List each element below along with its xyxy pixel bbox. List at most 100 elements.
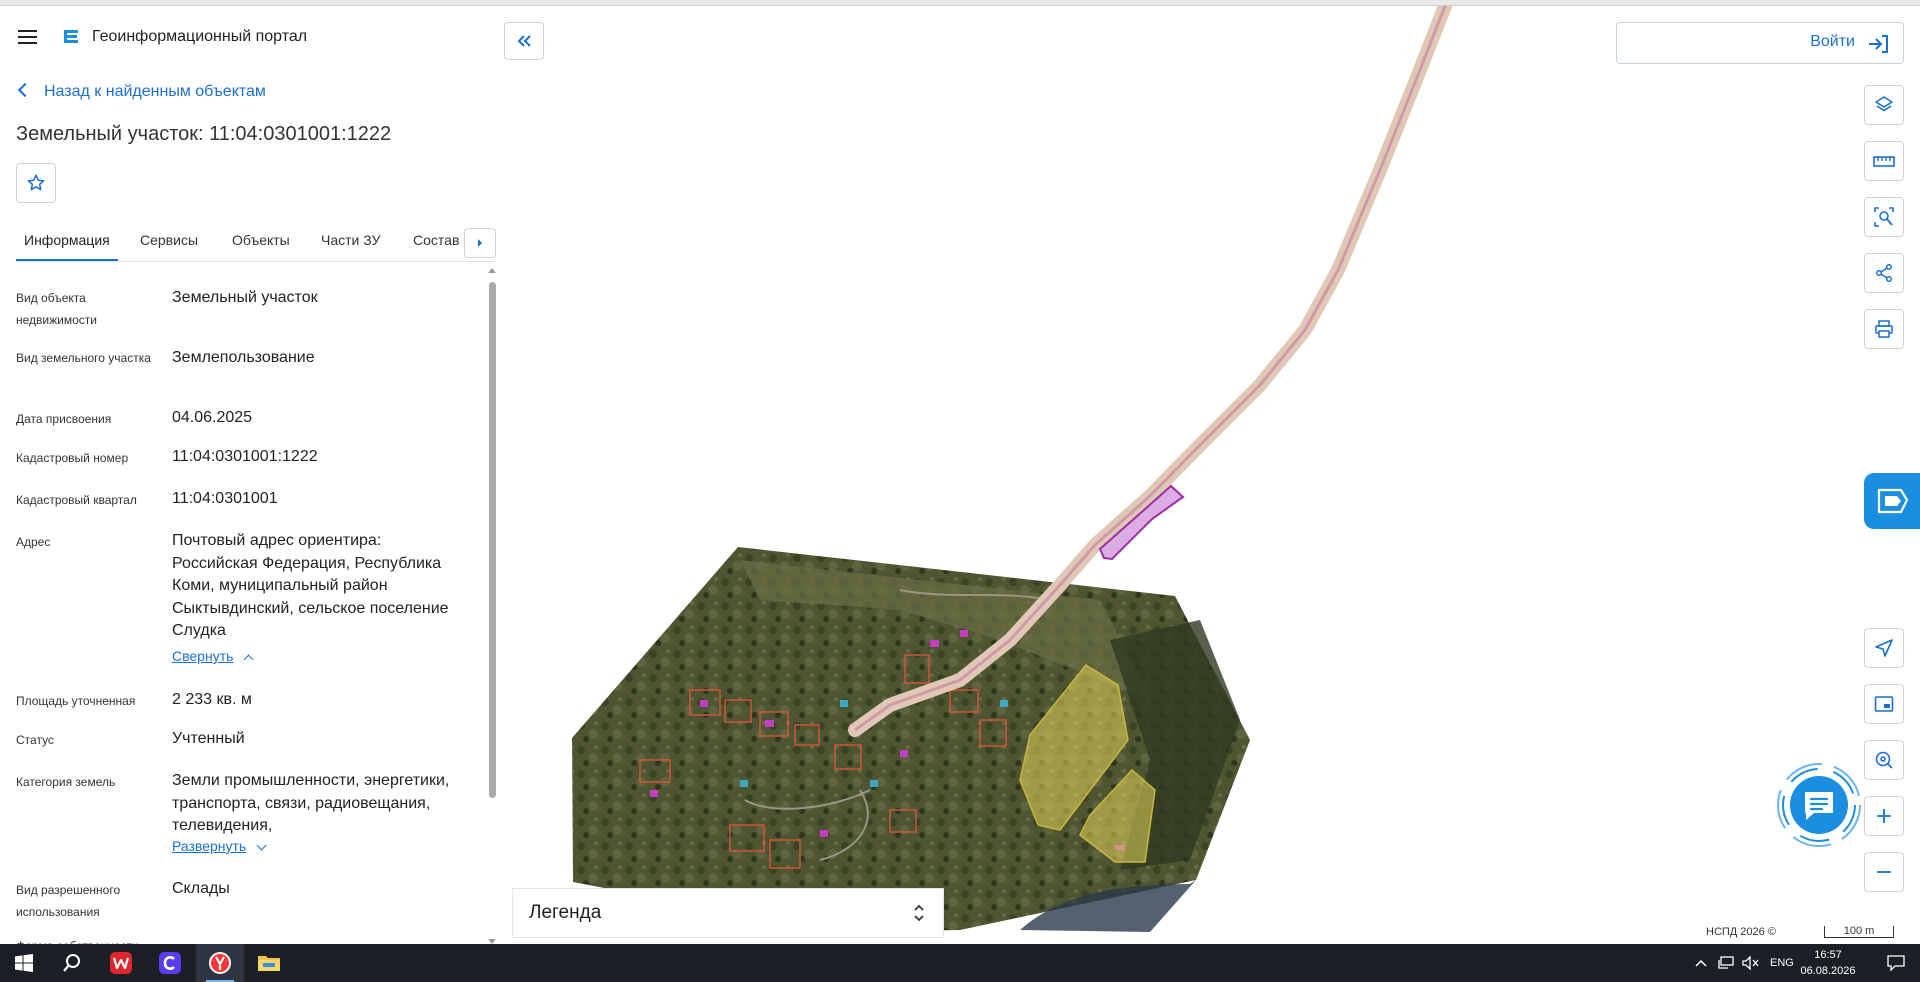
area-select-icon	[1874, 207, 1894, 227]
taskbar-app-explorer[interactable]	[245, 944, 293, 982]
chat-icon	[1777, 763, 1861, 847]
cadastral-quarter-value: 11:04:0301001	[172, 490, 278, 507]
navigate-icon	[1875, 639, 1893, 657]
print-icon	[1875, 320, 1893, 338]
tab-objects[interactable]: Объекты	[232, 220, 290, 261]
land-category-value: Земли промышленности, энергетики, трансп…	[172, 772, 450, 834]
star-icon	[27, 174, 45, 191]
wps-office-icon	[110, 952, 132, 974]
zoom-in-button[interactable]	[1864, 796, 1904, 836]
windows-logo-icon	[15, 954, 33, 972]
tab-composition[interactable]: Состав	[413, 220, 459, 261]
object-title: Земельный участок: 11:04:0301001:1222	[16, 123, 392, 145]
legend-toggle[interactable]: Легенда	[512, 888, 944, 938]
minimap-button[interactable]	[1864, 684, 1904, 724]
login-button[interactable]: Войти	[1616, 22, 1904, 64]
copyright-text: НСПД 2026 ©	[1706, 926, 1776, 938]
side-panel-tab[interactable]	[1864, 473, 1920, 529]
area-label: Площадь уточненная	[16, 694, 136, 708]
ownership-label: Форма собственности	[16, 935, 166, 944]
notification-icon	[1887, 955, 1905, 971]
map-attribution: НСПД 2026 © 100 m	[1696, 922, 1920, 944]
clock-date: 06.08.2026	[1800, 965, 1856, 977]
login-icon	[1869, 35, 1888, 53]
layers-icon	[1875, 96, 1893, 112]
clock-time: 16:57	[1814, 949, 1842, 961]
chat-button[interactable]	[1776, 762, 1862, 848]
cadastral-quarter-label: Кадастровый квартал	[16, 493, 137, 507]
minimap-icon	[1874, 696, 1894, 712]
search-icon	[63, 954, 80, 972]
windows-taskbar: ENG 16:57 06.08.2026	[0, 944, 1920, 982]
layers-button[interactable]	[1864, 85, 1904, 125]
scroll-up-arrow-icon[interactable]	[488, 268, 496, 273]
scale-bar: 100 m	[1824, 926, 1894, 938]
search-button[interactable]	[48, 944, 96, 982]
share-icon	[1875, 263, 1893, 283]
portal-title: Геоинформационный портал	[92, 28, 308, 45]
volume-muted-icon[interactable]	[1742, 956, 1760, 970]
network-icon[interactable]	[1718, 956, 1734, 970]
zoom-out-icon	[1877, 871, 1891, 873]
chevron-up-tray-icon[interactable]	[1694, 958, 1708, 968]
land-plot-type-label: Вид земельного участка	[16, 351, 151, 365]
properties-list: Вид объекта недвижимости Земельный участ…	[16, 278, 486, 944]
area-value: 2 233 кв. м	[172, 691, 252, 708]
collapse-link-label: Свернуть	[172, 648, 234, 664]
cadastral-number-label: Кадастровый номер	[16, 451, 129, 465]
scrollbar-thumb[interactable]	[489, 282, 496, 798]
feedback-map-icon	[1877, 488, 1909, 514]
back-to-results-link[interactable]: Назад к найденным объектам	[17, 81, 266, 103]
status-value: Учтенный	[172, 730, 245, 747]
status-label: Статус	[16, 733, 54, 747]
ownership-value: -	[172, 934, 472, 944]
navigate-button[interactable]	[1864, 628, 1904, 668]
panel-scrollbar[interactable]	[487, 268, 497, 944]
object-type-label: Вид объекта недвижимости	[16, 291, 97, 327]
start-button[interactable]	[0, 944, 48, 982]
back-link-label: Назад к найденным объектам	[44, 83, 266, 100]
measure-button[interactable]	[1864, 141, 1904, 181]
system-clock[interactable]: 16:57 06.08.2026	[1796, 947, 1860, 979]
taskbar-app-yandex-browser[interactable]	[196, 944, 244, 982]
expand-category-link[interactable]: Развернуть	[172, 836, 267, 856]
object-type-value: Земельный участок	[172, 289, 318, 306]
yandex-browser-icon	[209, 952, 231, 974]
location-search-button[interactable]	[1864, 740, 1904, 780]
cadastral-number-value: 11:04:0301001:1222	[172, 448, 318, 465]
assign-date-label: Дата присвоения	[16, 412, 112, 426]
tabs-scroll-right-button[interactable]	[464, 228, 496, 258]
tab-information[interactable]: Информация	[16, 220, 118, 261]
legend-label: Легенда	[529, 902, 602, 923]
chevron-down-icon	[256, 840, 267, 851]
favorite-button[interactable]	[16, 163, 56, 203]
caret-right-icon	[478, 239, 482, 247]
map-canvas[interactable]	[500, 6, 1920, 944]
taskbar-app-c[interactable]	[146, 944, 194, 982]
chevron-up-icon	[243, 654, 254, 665]
login-button-label: Войти	[1810, 33, 1855, 50]
tab-parts[interactable]: Части ЗУ	[321, 220, 380, 261]
expand-link-label: Развернуть	[172, 838, 247, 854]
info-panel: Геоинформационный портал Назад к найденн…	[0, 6, 500, 944]
tab-services[interactable]: Сервисы	[140, 220, 198, 261]
language-indicator[interactable]: ENG	[1770, 957, 1794, 969]
area-select-button[interactable]	[1864, 197, 1904, 237]
notifications-button[interactable]	[1872, 944, 1920, 982]
permitted-use-label: Вид разрешенного использования	[16, 883, 121, 919]
map-drawing	[572, 6, 1452, 932]
share-button[interactable]	[1864, 253, 1904, 293]
collapse-panel-button[interactable]	[504, 22, 544, 60]
collapse-address-link[interactable]: Свернуть	[172, 646, 254, 666]
address-label: Адрес	[16, 535, 51, 549]
chevron-left-icon	[17, 82, 33, 98]
taskbar-app-wps[interactable]	[97, 944, 145, 982]
location-search-icon	[1875, 751, 1893, 769]
tab-bar: Информация Сервисы Объекты Части ЗУ Сост…	[16, 220, 496, 262]
c-app-icon	[159, 952, 181, 974]
folder-icon	[258, 956, 280, 971]
print-button[interactable]	[1864, 309, 1904, 349]
zoom-out-button[interactable]	[1864, 852, 1904, 892]
address-value: Почтовый адрес ориентира: Российская Фед…	[172, 532, 449, 639]
menu-icon[interactable]	[16, 26, 40, 50]
